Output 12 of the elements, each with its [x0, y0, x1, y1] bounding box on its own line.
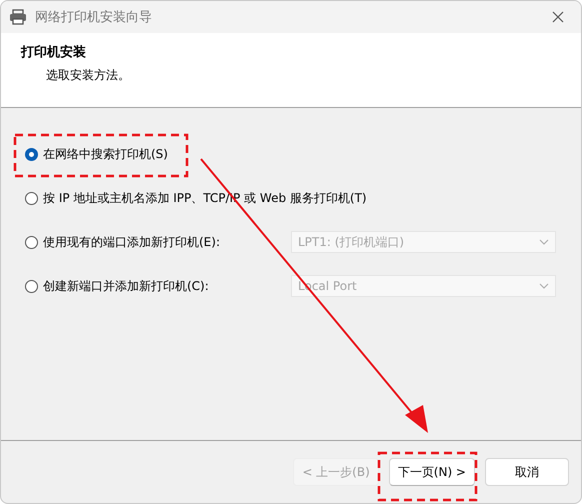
- wizard-button[interactable]: 取消: [485, 458, 569, 486]
- radio-option[interactable]: 创建新端口并添加新打印机(C):: [25, 277, 291, 295]
- window-title: 网络打印机安装向导: [35, 9, 153, 26]
- chevron-down-icon: [539, 283, 549, 289]
- page-title: 打印机安装: [21, 44, 87, 61]
- printer-icon: [9, 9, 27, 25]
- close-icon: [552, 11, 564, 23]
- wizard-button[interactable]: 下一页(N) >: [388, 458, 475, 486]
- radio-option[interactable]: 在网络中搜索打印机(S): [25, 145, 291, 163]
- radio-option[interactable]: 使用现有的端口添加新打印机(E):: [25, 233, 291, 251]
- chevron-down-icon: [539, 239, 549, 245]
- page-subtitle: 选取安装方法。: [45, 67, 131, 84]
